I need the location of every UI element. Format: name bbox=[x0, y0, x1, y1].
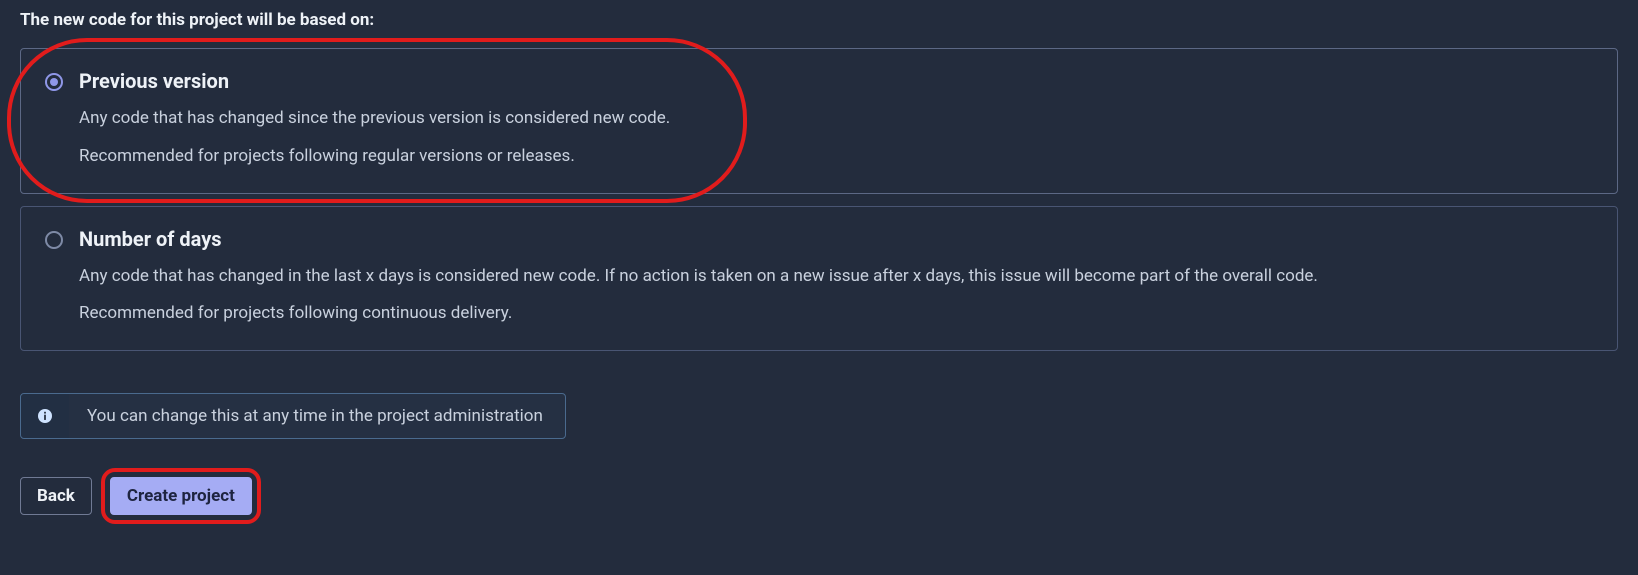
back-button[interactable]: Back bbox=[20, 477, 92, 515]
option-title: Previous version bbox=[79, 69, 1593, 93]
option-previous-version[interactable]: Previous version Any code that has chang… bbox=[20, 48, 1618, 194]
create-project-button[interactable]: Create project bbox=[110, 477, 252, 515]
option-title: Number of days bbox=[79, 227, 1593, 251]
info-glyph-icon bbox=[38, 409, 52, 423]
radio-previous-version[interactable] bbox=[45, 73, 63, 91]
info-icon bbox=[21, 394, 69, 438]
radio-dot-icon bbox=[50, 78, 58, 86]
option-description-line: Any code that has changed since the prev… bbox=[79, 107, 1593, 131]
radio-number-of-days[interactable] bbox=[45, 231, 63, 249]
section-title: The new code for this project will be ba… bbox=[20, 10, 1618, 30]
info-text: You can change this at any time in the p… bbox=[69, 394, 565, 438]
option-number-of-days[interactable]: Number of days Any code that has changed… bbox=[20, 206, 1618, 352]
option-description-line: Recommended for projects following regul… bbox=[79, 145, 1593, 169]
footer-actions: Back Create project bbox=[20, 477, 1618, 515]
info-banner: You can change this at any time in the p… bbox=[20, 393, 566, 439]
option-description-line: Any code that has changed in the last x … bbox=[79, 265, 1593, 289]
option-description-line: Recommended for projects following conti… bbox=[79, 302, 1593, 326]
